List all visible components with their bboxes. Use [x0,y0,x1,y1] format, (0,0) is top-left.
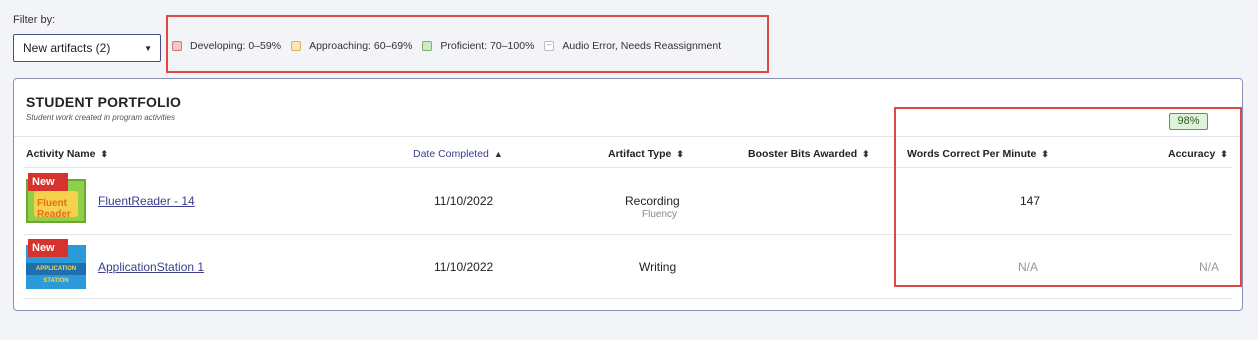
legend-developing: Developing: 0–59% [172,40,281,52]
thumbnail-banner: APPLICATION STATION [26,263,86,284]
score-legend: Developing: 0–59% Approaching: 60–69% Pr… [172,40,731,52]
artifact-type: Recording [625,194,680,208]
legend-approaching-label: Approaching: 60–69% [309,40,413,52]
legend-approaching: Approaching: 60–69% [291,40,412,52]
new-badge: New [28,173,68,191]
thumbnail-text: Fluent Reader [37,198,71,220]
chevron-down-icon: ▼ [144,44,152,53]
column-type-label: Artifact Type [608,148,672,160]
column-header-booster[interactable]: Booster Bits Awarded ⬍ [748,148,870,160]
filter-label: Filter by: [13,14,56,26]
approaching-swatch [291,41,302,51]
portfolio-subtitle: Student work created in program activiti… [26,113,175,122]
column-activity-label: Activity Name [26,148,96,160]
activity-link-fluentreader[interactable]: FluentReader - 14 [98,194,195,208]
new-badge: New [28,239,68,257]
artifact-type: Writing [639,260,677,274]
developing-swatch [172,41,182,51]
sort-icon: ⬍ [100,149,108,159]
audio-error-icon: -- [544,41,555,51]
portfolio-title: STUDENT PORTFOLIO [26,94,182,110]
artifact-subtype: Fluency [642,209,678,220]
column-header-activity[interactable]: Activity Name ⬍ [26,148,108,160]
legend-audio-error: -- Audio Error, Needs Reassignment [544,40,721,52]
legend-proficient: Proficient: 70–100% [422,40,534,52]
column-booster-label: Booster Bits Awarded [748,148,858,160]
legend-audio-error-label: Audio Error, Needs Reassignment [562,40,722,52]
sort-icon: ⬍ [676,149,684,159]
date-completed: 11/10/2022 [434,194,494,208]
metrics-highlight-box [894,107,1242,287]
legend-developing-label: Developing: 0–59% [190,40,282,52]
sort-icon: ⬍ [862,149,870,159]
sort-ascending-icon: ▲ [493,149,503,159]
legend-proficient-label: Proficient: 70–100% [440,40,535,52]
activity-link-applicationstation[interactable]: ApplicationStation 1 [98,260,204,274]
column-date-label: Date Completed [413,148,489,160]
row-divider [24,298,1232,299]
artifact-filter-value: New artifacts (2) [23,41,111,55]
column-header-date[interactable]: Date Completed ▲ [413,148,503,160]
date-completed: 11/10/2022 [434,260,494,274]
book-icon: Fluent Reader [34,191,78,220]
proficient-swatch [422,41,433,51]
column-header-type[interactable]: Artifact Type ⬍ [608,148,684,160]
thumbnail-text: APPLICATION STATION [35,266,77,284]
artifact-filter-select[interactable]: New artifacts (2) ▼ [13,34,161,62]
